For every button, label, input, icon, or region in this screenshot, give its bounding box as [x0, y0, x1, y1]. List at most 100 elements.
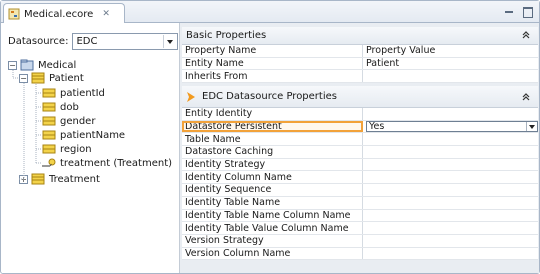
datasource-select[interactable]: EDC — [72, 33, 179, 50]
tree-label-attribute: region — [60, 143, 92, 155]
edc-properties-table: Entity Identity Datastore Persistent Yes… — [182, 108, 538, 261]
dropdown-arrow-icon[interactable] — [526, 122, 537, 132]
property-name: Entity Name — [182, 57, 363, 70]
property-name: Inherits From — [182, 70, 363, 83]
table-row[interactable]: Version Column Name — [182, 247, 538, 261]
property-name: Identity Strategy — [182, 158, 363, 171]
tab-bar: Medical.ecore ✕ — [1, 1, 539, 24]
property-name: Identity Table Name Column Name — [182, 209, 363, 222]
property-value[interactable] — [363, 159, 538, 171]
tree-node-attribute[interactable]: patientName — [42, 128, 125, 142]
tree-label-medical: Medical — [38, 59, 77, 71]
property-name: Version Column Name — [182, 247, 363, 260]
property-value[interactable] — [363, 235, 538, 247]
table-row[interactable]: Table Name — [182, 133, 538, 147]
tree-label-attribute: dob — [60, 101, 79, 113]
package-icon — [20, 59, 34, 71]
datastore-persistent-value: Yes — [369, 121, 385, 133]
collapse-icon[interactable] — [522, 30, 530, 40]
close-icon[interactable]: ✕ — [102, 9, 110, 19]
class-icon — [31, 173, 45, 185]
property-value[interactable] — [363, 171, 538, 183]
property-name: Table Name — [182, 133, 363, 146]
tree-node-reference[interactable]: treatment (Treatment) — [42, 156, 172, 170]
table-row[interactable]: Entity Name Patient — [182, 57, 538, 71]
collapse-toggle[interactable]: − — [8, 60, 17, 70]
tree-node-patient[interactable]: − Patient — [19, 71, 84, 85]
property-value-cell: Yes — [363, 121, 538, 133]
tree-node-attribute[interactable]: patientId — [42, 86, 105, 100]
property-name: Datastore Caching — [182, 146, 363, 158]
property-name-highlighted: Datastore Persistent — [182, 120, 363, 133]
datastore-persistent-select[interactable]: Yes — [366, 121, 538, 133]
reference-icon — [42, 158, 56, 167]
ecore-file-icon — [8, 8, 20, 20]
basic-properties-table: Property Name Property Value Entity Name… — [182, 45, 538, 84]
tab-title: Medical.ecore — [24, 8, 94, 20]
edc-properties-header[interactable]: EDC Datasource Properties — [182, 86, 538, 108]
property-name: Entity Identity — [182, 108, 363, 120]
chevron-right-icon — [187, 91, 195, 102]
property-value[interactable] — [363, 108, 538, 120]
datasource-row: Datasource: EDC — [8, 33, 179, 50]
attribute-icon — [42, 102, 56, 112]
tree-node-medical[interactable]: − Medical — [8, 58, 76, 72]
tree-label-attribute: patientName — [60, 129, 126, 141]
editor-window: Medical.ecore ✕ Datasource: EDC − Medica… — [0, 0, 540, 274]
tree-label-treatment: Treatment — [49, 173, 100, 185]
attribute-icon — [42, 88, 56, 98]
table-row[interactable]: Inherits From — [182, 70, 538, 84]
tree-node-treatment[interactable]: + Treatment — [19, 172, 100, 186]
property-value[interactable] — [363, 210, 538, 222]
column-header-name: Property Name — [182, 45, 363, 57]
property-value[interactable]: Patient — [363, 58, 538, 70]
property-name: Identity Sequence — [182, 184, 363, 196]
tree-node-attribute[interactable]: dob — [42, 100, 79, 114]
property-name: Identity Table Name — [182, 196, 363, 209]
class-icon — [31, 72, 45, 84]
property-value[interactable] — [363, 222, 538, 234]
dropdown-arrow-icon[interactable] — [163, 35, 176, 48]
maximize-icon[interactable] — [522, 6, 533, 18]
table-row[interactable]: Identity Column Name — [182, 171, 538, 185]
collapse-toggle[interactable]: − — [19, 73, 28, 83]
property-value[interactable] — [363, 197, 538, 209]
table-row[interactable]: Entity Identity — [182, 108, 538, 121]
property-value[interactable] — [363, 146, 538, 158]
table-row[interactable]: Identity Strategy — [182, 158, 538, 172]
tab-medical-ecore[interactable]: Medical.ecore ✕ — [3, 3, 125, 24]
table-row[interactable]: Identity Table Name — [182, 196, 538, 210]
table-row[interactable]: Datastore Caching — [182, 146, 538, 159]
table-row[interactable]: Identity Table Value Column Name — [182, 222, 538, 235]
edc-properties-title: EDC Datasource Properties — [202, 91, 337, 102]
basic-properties-title: Basic Properties — [186, 30, 267, 41]
collapse-icon[interactable] — [522, 92, 530, 102]
property-value[interactable] — [363, 133, 538, 145]
tree-node-attribute[interactable]: region — [42, 142, 92, 156]
tree-label-attribute: gender — [60, 115, 96, 127]
property-value[interactable] — [363, 184, 538, 196]
property-name: Identity Column Name — [182, 171, 363, 184]
attribute-icon — [42, 144, 56, 154]
table-row-datastore-persistent[interactable]: Datastore Persistent Yes — [182, 120, 538, 134]
tree-node-attribute[interactable]: gender — [42, 114, 95, 128]
minimize-icon[interactable] — [503, 6, 514, 17]
datasource-value: EDC — [76, 36, 98, 47]
attribute-icon — [42, 116, 56, 126]
property-value[interactable] — [363, 70, 538, 82]
tree-label-attribute: patientId — [60, 87, 105, 99]
expand-toggle[interactable]: + — [19, 174, 28, 184]
table-row[interactable]: Version Strategy — [182, 234, 538, 248]
table-header-row: Property Name Property Value — [182, 45, 538, 58]
basic-properties-header[interactable]: Basic Properties — [182, 27, 538, 45]
datasource-label: Datasource: — [8, 36, 69, 47]
attribute-icon — [42, 130, 56, 140]
table-row[interactable]: Identity Sequence — [182, 184, 538, 197]
column-header-value: Property Value — [366, 45, 436, 57]
tree-label-reference: treatment (Treatment) — [60, 157, 173, 169]
properties-pane: Basic Properties Property Name Property … — [179, 23, 539, 273]
table-row[interactable]: Identity Table Name Column Name — [182, 209, 538, 223]
property-name: Version Strategy — [182, 234, 363, 247]
property-value[interactable] — [363, 248, 538, 260]
property-name: Identity Table Value Column Name — [182, 222, 363, 234]
